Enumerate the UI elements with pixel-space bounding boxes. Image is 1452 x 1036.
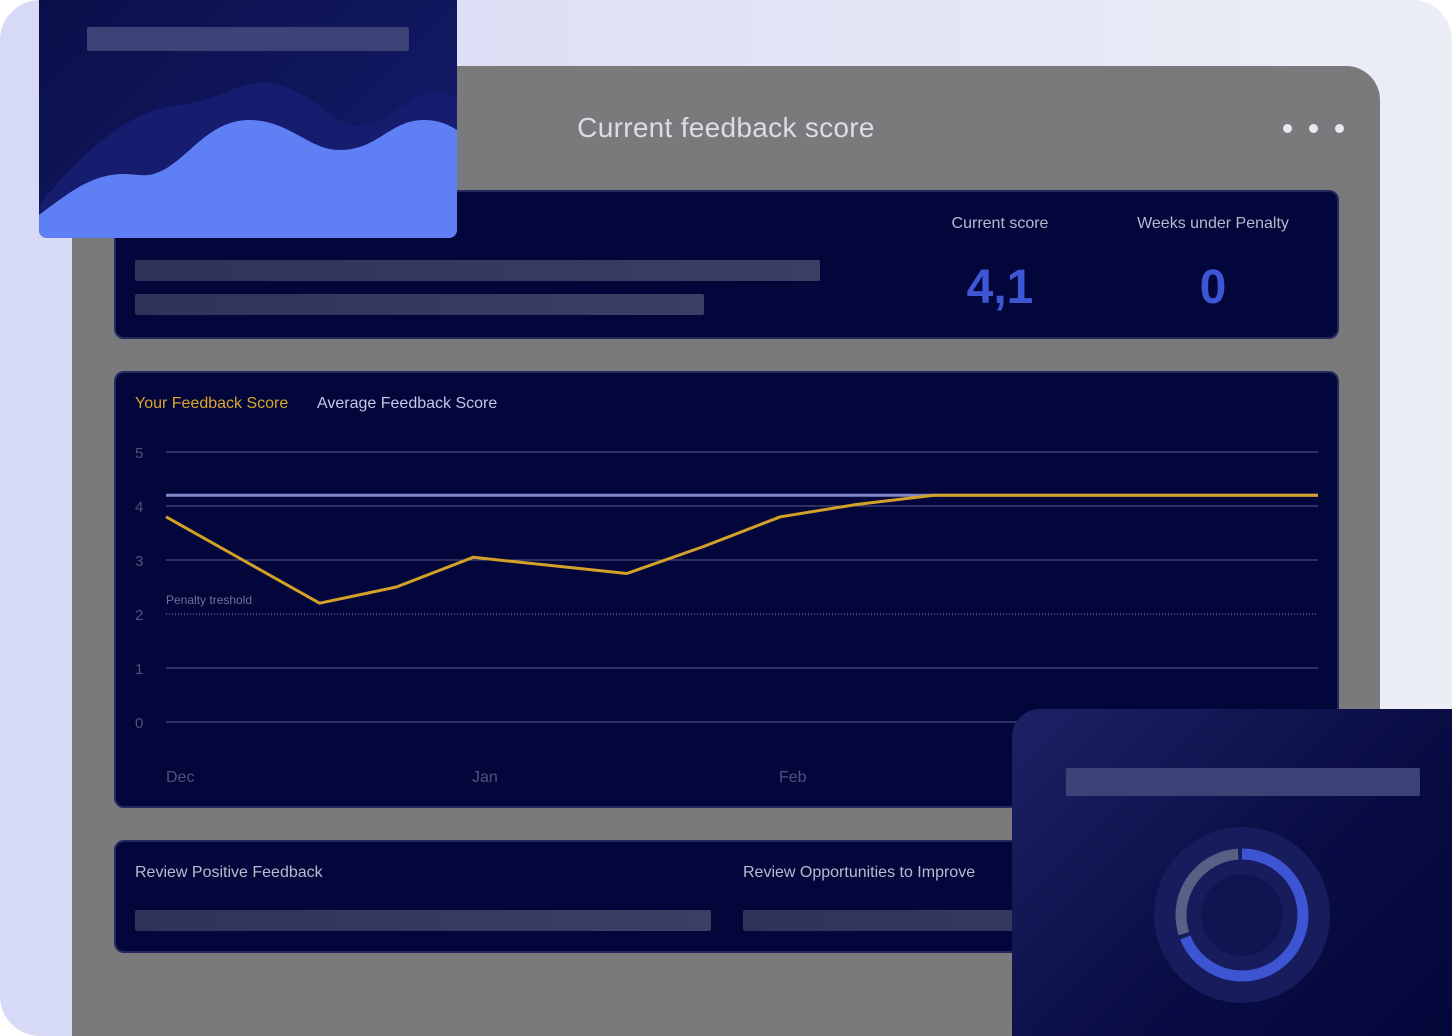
floating-area-chart-card [39, 0, 457, 238]
weeks-penalty-label: Weeks under Penalty [1137, 215, 1289, 232]
current-score-label: Current score [951, 215, 1049, 232]
x-tick-label: Jan [472, 769, 498, 786]
area-wave-graphic [39, 82, 457, 238]
text-placeholder [135, 294, 704, 315]
dot [1335, 124, 1344, 133]
current-score-value: 4,1 [966, 261, 1034, 314]
donut-chart-graphic [1154, 827, 1330, 1003]
penalty-threshold-label: Penalty treshold [166, 593, 252, 607]
text-placeholder [135, 910, 711, 931]
dot [1283, 124, 1292, 133]
review-positive-label[interactable]: Review Positive Feedback [135, 864, 323, 882]
floating-donut-card [1012, 709, 1452, 1036]
your-feedback-score-line [165, 493, 1318, 605]
more-options-icon[interactable] [1283, 124, 1344, 133]
weeks-penalty-value: 0 [1199, 261, 1227, 314]
x-tick-label: Dec [166, 769, 195, 786]
review-improve-label[interactable]: Review Opportunities to Improve [743, 864, 975, 882]
dot [1309, 124, 1318, 133]
x-tick-label: Feb [779, 769, 807, 786]
text-placeholder [135, 260, 820, 281]
